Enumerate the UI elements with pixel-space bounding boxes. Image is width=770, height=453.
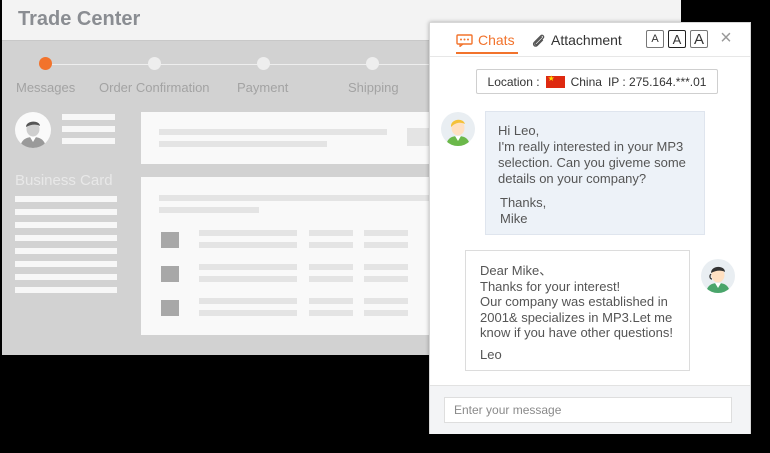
chat-bubble-icon [456, 33, 473, 47]
summary-card [141, 112, 461, 164]
message-line: Dear Mike、 [480, 263, 553, 278]
placeholder-line [15, 287, 117, 293]
placeholder-line [309, 264, 353, 270]
placeholder-line [309, 298, 353, 304]
step-dot-payment [257, 57, 270, 70]
placeholder-line [15, 196, 117, 202]
placeholder-line [309, 230, 353, 236]
china-flag-icon [545, 74, 565, 88]
placeholder-line [199, 298, 297, 304]
placeholder-line [15, 274, 117, 280]
placeholder-line [62, 126, 115, 132]
placeholder-line [309, 310, 353, 316]
message-line: Thanks for your interest! [480, 278, 621, 294]
placeholder-line [364, 264, 408, 270]
message-line: Mike [500, 211, 528, 226]
tab-chats-label: Chats [478, 32, 515, 48]
placeholder-line [15, 261, 117, 267]
placeholder-line [159, 195, 439, 201]
paperclip-icon [532, 34, 545, 47]
placeholder-line [159, 207, 259, 213]
step-dot-shipping [366, 57, 379, 70]
placeholder-line [62, 114, 115, 120]
placeholder-line [15, 209, 117, 215]
buyer-avatar-icon [446, 119, 470, 146]
message-line: Our company was established in [480, 294, 668, 309]
business-card-label: Business Card [15, 172, 113, 189]
placeholder-line [364, 276, 408, 282]
outgoing-message: Dear Mike、 Thanks for your interest! Our… [465, 250, 690, 371]
step-label-messages: Messages [16, 80, 76, 95]
avatar [701, 259, 735, 293]
image-icon [161, 266, 179, 282]
placeholder-line [199, 264, 297, 270]
supplier-avatar-icon [706, 266, 730, 293]
incoming-message: Hi Leo, I'm really interested in your MP… [485, 111, 705, 235]
message-line: details on your company? [498, 171, 647, 186]
placeholder-line [15, 235, 117, 241]
font-size-medium-button[interactable]: A [668, 30, 686, 48]
placeholder-line [309, 276, 353, 282]
placeholder-line [364, 242, 408, 248]
tab-attachment[interactable]: Attachment [531, 32, 622, 48]
step-label-shipping: Shipping [348, 80, 399, 95]
product-list-card [141, 177, 461, 335]
avatar [15, 112, 51, 148]
font-size-large-button[interactable]: A [690, 30, 708, 48]
placeholder-line [364, 298, 408, 304]
placeholder-line [364, 310, 408, 316]
placeholder-line [159, 129, 387, 135]
message-line: selection. Can you giveme some [498, 155, 686, 170]
font-size-small-button[interactable]: A [646, 30, 664, 48]
placeholder-line [15, 222, 117, 228]
image-icon [161, 300, 179, 316]
active-tab-indicator [456, 52, 518, 54]
placeholder-line [199, 276, 297, 282]
placeholder-line [199, 242, 297, 248]
chat-window: Chats Attachment A A A × Location : Chin… [429, 22, 751, 434]
message-input[interactable] [444, 397, 732, 423]
message-line: Leo [480, 346, 502, 362]
location-ip: IP : 275.164.***.01 [607, 74, 707, 89]
placeholder-line [62, 138, 115, 144]
placeholder-line [159, 141, 327, 147]
message-line [498, 187, 692, 195]
image-icon [161, 232, 179, 248]
location-country: China [570, 74, 602, 89]
step-label-order-confirmation: Order Confirmation [99, 80, 210, 95]
message-line: 2001& specializes in MP3.Let me [480, 309, 673, 325]
placeholder-line [364, 230, 408, 236]
placeholder-line [309, 242, 353, 248]
page-title: Trade Center [18, 8, 141, 30]
tab-chats[interactable]: Chats [456, 32, 515, 48]
header-divider [430, 56, 750, 57]
tab-attachment-label: Attachment [551, 32, 622, 48]
message-line: Thanks, [500, 195, 547, 210]
step-dot-order-confirmation [148, 57, 161, 70]
location-label: Location : [487, 74, 540, 89]
avatar [441, 112, 475, 146]
message-line: know if you have other questions! [480, 325, 673, 340]
placeholder-line [199, 310, 297, 316]
placeholder-line [15, 248, 117, 254]
close-icon[interactable]: × [717, 28, 735, 48]
step-label-payment: Payment [237, 80, 289, 95]
step-dot-messages [39, 57, 52, 70]
user-avatar-icon [20, 121, 46, 148]
message-line: I'm really interested in your MP3 [498, 139, 684, 154]
placeholder-line [199, 230, 297, 236]
message-line: Hi Leo, [498, 123, 540, 138]
location-bar: Location : China IP : 275.164.***.01 [476, 69, 718, 94]
